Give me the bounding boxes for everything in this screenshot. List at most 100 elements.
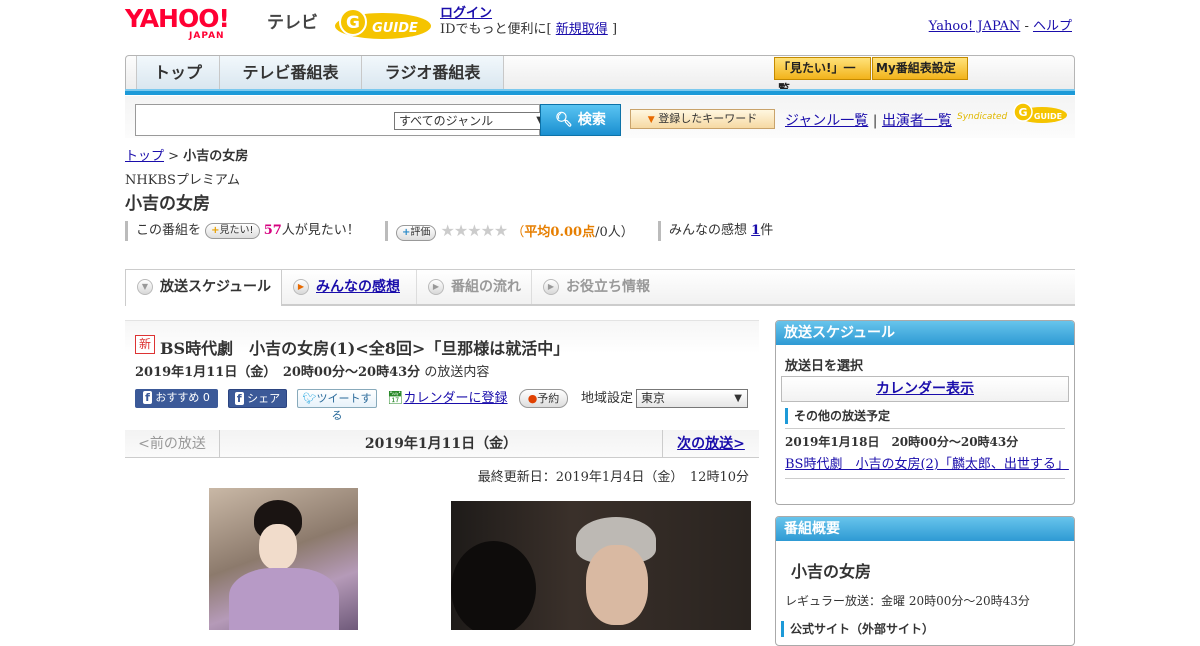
dropdown-arrow-icon: ▼ [734,393,742,404]
mitai-button[interactable]: +見たい! [205,222,260,239]
performer-list-link[interactable]: 出演者一覧 [882,113,952,129]
facebook-share-button[interactable]: f シェア [228,389,287,408]
review-count-link[interactable]: 1 [751,223,760,238]
review-stat: みんなの感想 1件 [658,221,773,241]
calendar-plus-icon: 📅︎ [387,391,404,406]
yahoo-japan-logo[interactable]: YAHOO! JAPAN [125,6,230,41]
main-content: 新 BS時代劇 小吉の女房(1)<全8回>「旦那様は就活中」 2019年1月11… [125,320,759,630]
help-link[interactable]: ヘルプ [1033,19,1072,34]
channel-name: NHKBSプレミアム [125,173,240,188]
header-separator: - [1024,19,1029,34]
login-bracket: ] [611,22,618,37]
nav-tab-tv-schedule[interactable]: テレビ番組表 [220,56,362,90]
tab-schedule[interactable]: ▼ 放送スケジュール [125,270,282,306]
links-separator: | [872,113,878,129]
yahoo-japan-link[interactable]: Yahoo! JAPAN [929,19,1021,34]
breadcrumb-current: 小吉の女房 [183,149,249,164]
tv-label: テレビ [267,13,318,33]
calendar-register[interactable]: 📅︎カレンダーに登録 [387,389,508,408]
my-schedule-settings-button[interactable]: My番組表設定 [872,57,968,80]
facebook-recommend-button[interactable]: f おすすめ 0 [135,389,218,408]
search-input[interactable]: すべてのジャンル▼ [135,104,549,136]
official-site-heading: 公式サイト（外部サイト） [781,621,1074,637]
gguide-logo: G GUIDE [335,8,431,39]
average-value: 0.00点 [550,225,596,240]
breadcrumb: トップ > 小吉の女房 [125,145,248,164]
mitai-count: 57 [263,223,282,238]
facebook-icon: f [143,391,152,404]
dropdown-arrow-icon: ▼ [647,115,655,125]
plus-icon: + [211,224,220,236]
svg-text:GUIDE: GUIDE [1034,112,1062,121]
syndicated-label: Syndicated [957,112,1008,122]
last-updated: 最終更新日：2019年1月4日（金） 12時10分 [477,470,749,485]
site-header: YAHOO! JAPAN テレビ G GUIDE ログイン IDでもっと便利に[ … [125,6,1075,46]
episode-pager: <前の放送 2019年1月11日（金） 次の放送> [125,430,759,458]
login-promo-text: IDでもっと便利に[ [440,22,552,37]
page-title: 小吉の女房 [125,194,210,214]
rating-stat: +評価 ★★★★★ （平均0.00点/0人） [385,221,634,241]
rate-button[interactable]: +評価 [396,224,437,241]
tab-reviews[interactable]: ▶ みんなの感想 [282,270,417,304]
genre-list-link[interactable]: ジャンル一覧 [785,113,868,129]
regular-broadcast: レギュラー放送：金曜 20時00分～20時43分 [785,594,1030,608]
average-label: 平均 [524,225,551,240]
magnifier-icon: 🔍︎ [555,112,573,128]
chevron-right-icon: ▶ [293,279,309,295]
gguide-small-logo: G GUIDE [1013,102,1067,123]
episode-photo-1 [209,488,358,630]
login-link[interactable]: ログイン [440,6,492,21]
login-area: ログイン IDでもっと便利に[ 新規取得 ] [440,6,617,38]
overview-heading: 番組概要 [776,517,1074,541]
episode-photo-2 [451,501,751,630]
svg-text:G: G [1018,106,1027,119]
twitter-icon: 🐦︎ [302,392,317,405]
episode-date: 2019年1月11日（金） 20時00分～20時43分 の放送内容 [135,365,490,380]
rating-users: /0人） [595,225,634,240]
rating-stars: ★★★★★ [440,221,509,240]
select-date-label: 放送日を選択 [785,359,864,374]
schedule-heading: 放送スケジュール [776,321,1074,345]
search-button[interactable]: 🔍︎ 検索 [540,104,621,136]
mitai-list-button[interactable]: 「見たい!」一覧 [774,57,871,96]
chevron-right-icon: ▶ [428,279,444,295]
record-dot-icon: ● [527,392,538,405]
nav-divider [125,89,1075,95]
main-nav: トップ テレビ番組表 ラジオ番組表 「見たい!」一覧 My番組表設定 [125,55,1075,96]
region-label: 地域設定 [581,391,634,406]
next-broadcast-link[interactable]: BS時代劇 小吉の女房(2)「麟太郎、出世する」 [785,453,1074,472]
breadcrumb-separator: > [168,149,180,164]
tab-program-flow[interactable]: ▶ 番組の流れ [417,270,532,304]
current-episode-date: 2019年1月11日（金） [220,430,663,458]
search-bar: すべてのジャンル▼ 🔍︎ 検索 ▼ 登録したキーワード ジャンル一覧 | 出演者… [125,96,1075,138]
calendar-display-button[interactable]: カレンダー表示 [781,376,1069,402]
tab-useful-info[interactable]: ▶ お役立ち情報 [532,270,662,304]
prev-episode-link[interactable]: <前の放送 [125,430,220,458]
overview-title: 小吉の女房 [791,562,872,581]
nav-tab-radio-schedule[interactable]: ラジオ番組表 [362,56,504,90]
chevron-down-icon: ▼ [137,279,153,295]
region-select[interactable]: 東京 ▼ [636,389,748,408]
facebook-icon: f [234,392,244,405]
svg-text:GUIDE: GUIDE [372,21,418,36]
detail-tabs: ▼ 放送スケジュール ▶ みんなの感想 ▶ 番組の流れ ▶ お役立ち情報 [125,269,1075,306]
schedule-box: 放送スケジュール 放送日を選択 カレンダー表示 その他の放送予定 2019年1月… [775,320,1075,505]
svg-text:G: G [346,13,360,33]
next-broadcast-date: 2019年1月18日 20時00分～20時43分 [785,435,1019,449]
chevron-right-icon: ▶ [543,279,559,295]
register-link[interactable]: 新規取得 [556,22,608,37]
reserve-button[interactable]: ●予約 [519,389,568,408]
registered-keyword-button[interactable]: ▼ 登録したキーワード [630,109,775,129]
other-schedule-heading: その他の放送予定 [785,408,1074,424]
episode-panel: 新 BS時代劇 小吉の女房(1)<全8回>「旦那様は就活中」 2019年1月11… [125,320,759,428]
search-links: ジャンル一覧 | 出演者一覧 [785,110,952,130]
overview-box: 番組概要 小吉の女房 レギュラー放送：金曜 20時00分～20時43分 公式サイ… [775,516,1075,646]
nav-tab-top[interactable]: トップ [136,56,220,90]
next-episode-link[interactable]: 次の放送> [663,430,759,458]
genre-select[interactable]: すべてのジャンル▼ [394,112,549,130]
new-badge: 新 [135,335,155,354]
header-links: Yahoo! JAPAN - ヘルプ [929,15,1072,34]
program-stats: この番組を +見たい! 57人が見たい！ +評価 ★★★★★ （平均0.00点/… [125,221,1075,241]
breadcrumb-top-link[interactable]: トップ [125,149,164,164]
tweet-button[interactable]: 🐦︎ツイートする [297,389,377,422]
